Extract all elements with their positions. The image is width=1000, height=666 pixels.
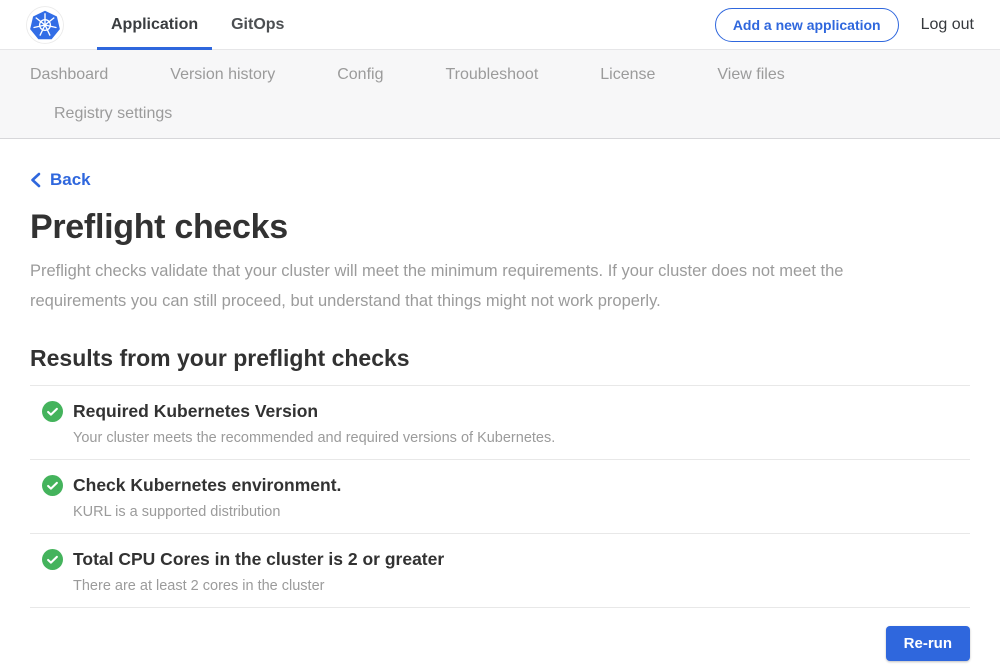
check-row-head: Required Kubernetes Version [42,401,970,422]
top-navbar: Application GitOps Add a new application… [0,0,1000,50]
check-row: Required Kubernetes Version Your cluster… [30,386,970,460]
check-row-head: Check Kubernetes environment. [42,475,970,496]
back-link[interactable]: Back [30,170,91,190]
check-detail: Your cluster meets the recommended and r… [73,430,970,446]
tab-gitops-label: GitOps [231,16,284,34]
tab-application-label: Application [111,16,198,34]
subnav-row-1: Dashboard Version history Config Trouble… [30,66,970,84]
topnav-spacer [298,0,714,49]
check-detail: KURL is a supported distribution [73,504,970,520]
subnav-item-license[interactable]: License [600,66,655,84]
results-heading: Results from your preflight checks [30,344,970,372]
rerun-button[interactable]: Re-run [886,626,970,661]
subnav-row-2: Registry settings [30,105,970,123]
check-circle-icon [42,475,63,496]
logout-link[interactable]: Log out [921,16,974,34]
chevron-left-icon [30,172,41,188]
check-circle-icon [42,401,63,422]
page-description: Preflight checks validate that your clus… [30,256,942,316]
check-row-head: Total CPU Cores in the cluster is 2 or g… [42,549,970,570]
main-content: Back Preflight checks Preflight checks v… [0,139,1000,661]
add-new-application-button[interactable]: Add a new application [715,8,899,42]
page-title: Preflight checks [30,207,970,247]
subnav-item-config[interactable]: Config [337,66,383,84]
check-title: Total CPU Cores in the cluster is 2 or g… [73,549,444,570]
subnav-item-registry-settings[interactable]: Registry settings [54,105,172,123]
check-circle-icon [42,549,63,570]
check-title: Check Kubernetes environment. [73,475,341,496]
subnav-item-troubleshoot[interactable]: Troubleshoot [445,66,538,84]
back-label: Back [50,170,91,190]
subnav-item-version-history[interactable]: Version history [170,66,275,84]
subnav-item-dashboard[interactable]: Dashboard [30,66,108,84]
kubernetes-logo-icon [26,6,64,44]
footer-actions: Re-run [30,626,970,661]
check-row: Total CPU Cores in the cluster is 2 or g… [30,534,970,608]
top-tabs: Application GitOps [97,0,298,49]
preflight-results-list: Required Kubernetes Version Your cluster… [30,385,970,608]
check-row: Check Kubernetes environment. KURL is a … [30,460,970,534]
subnav-item-view-files[interactable]: View files [717,66,784,84]
tab-gitops[interactable]: GitOps [217,0,298,49]
tab-application[interactable]: Application [97,0,212,49]
check-detail: There are at least 2 cores in the cluste… [73,578,970,594]
check-title: Required Kubernetes Version [73,401,318,422]
app-subnav: Dashboard Version history Config Trouble… [0,50,1000,139]
